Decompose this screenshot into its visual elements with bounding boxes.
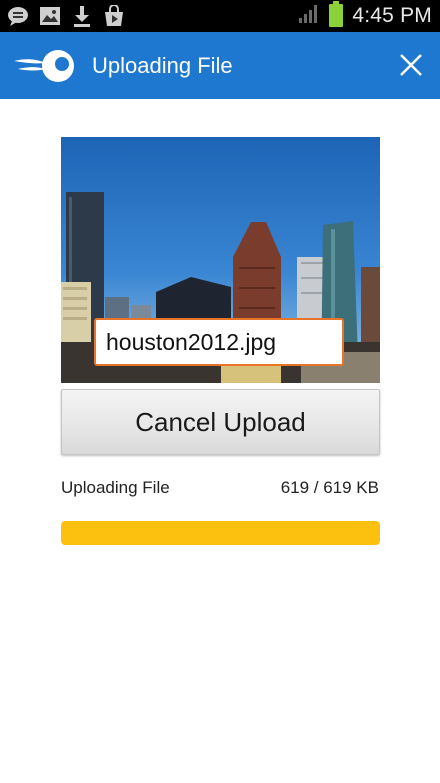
battery-icon [328,0,344,32]
progress-status-label: Uploading File [61,478,170,497]
shop-icon [102,4,126,28]
app-logo-icon [12,49,78,83]
download-icon [70,4,94,28]
gallery-icon [38,4,62,28]
system-status: 4:45 PM [298,0,432,32]
progress-size-text: 619 / 619 KB [280,478,379,497]
status-bar: 4:45 PM [0,0,440,32]
image-preview: houston2012.jpg [61,137,380,383]
close-icon [400,54,422,76]
filename-label: houston2012.jpg [94,318,344,366]
notification-icons [6,4,126,28]
page-title: Uploading File [92,53,233,78]
status-time: 4:45 PM [352,4,432,27]
action-bar: Uploading File [0,32,440,99]
close-button[interactable] [396,50,426,80]
progress-bar [61,521,380,545]
cancel-upload-button[interactable]: Cancel Upload [61,389,380,455]
progress-bar-fill [61,521,380,545]
signal-icon [298,4,320,29]
chat-icon [6,4,30,28]
